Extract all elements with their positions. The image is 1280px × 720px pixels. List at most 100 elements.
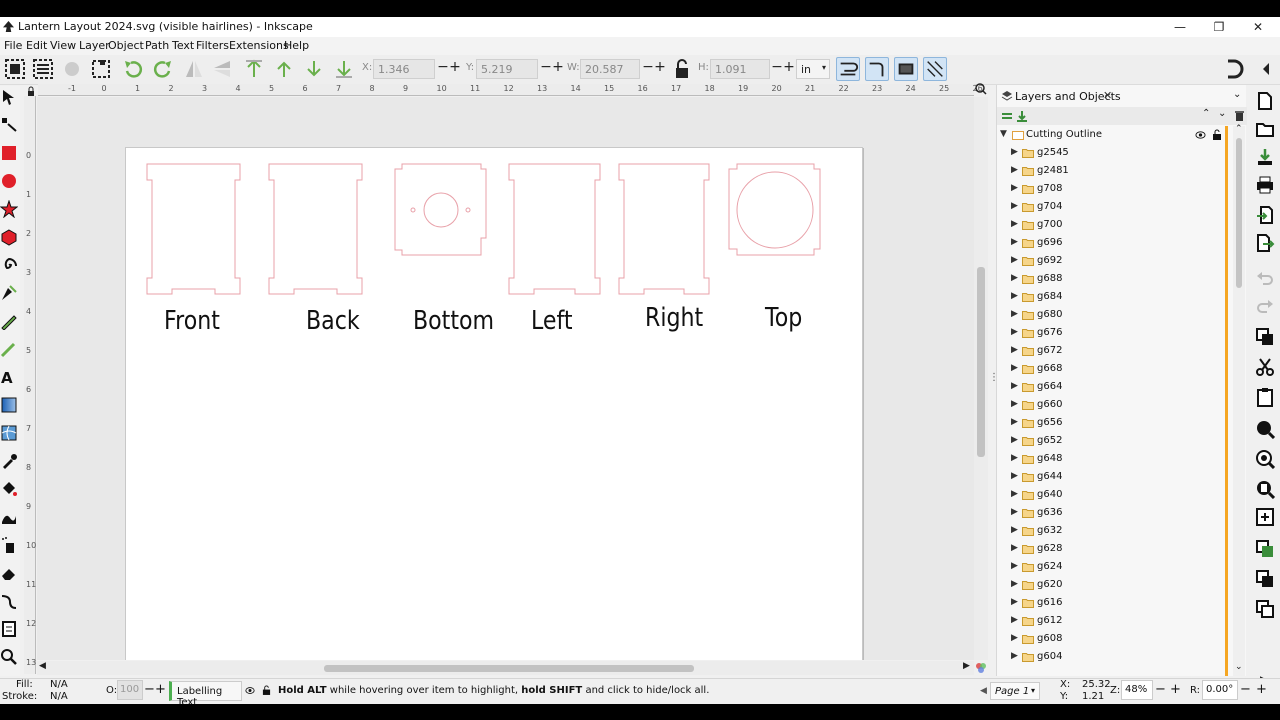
- group-label[interactable]: g672: [1037, 345, 1062, 356]
- scroll-right-icon[interactable]: ▶: [963, 661, 970, 671]
- front-panel-outline[interactable]: [146, 163, 241, 295]
- group-label[interactable]: g656: [1037, 417, 1062, 428]
- layer-tree-row[interactable]: ▶ g684: [997, 288, 1229, 306]
- layer-tree-row[interactable]: ▶ g696: [997, 234, 1229, 252]
- text-tool-icon[interactable]: A: [0, 368, 18, 386]
- layers-scroll-thumb[interactable]: [1236, 138, 1242, 288]
- deselect-icon[interactable]: [89, 57, 113, 81]
- x-decrement-button[interactable]: −: [437, 59, 449, 75]
- piece-label-front[interactable]: Front: [164, 306, 220, 336]
- menu-view[interactable]: View: [50, 39, 76, 52]
- add-layer-icon[interactable]: [1001, 110, 1013, 122]
- layer-tree-row[interactable]: ▶ g652: [997, 432, 1229, 450]
- lower-to-bottom-icon[interactable]: [332, 57, 356, 81]
- top-panel-outline[interactable]: [728, 163, 821, 256]
- calligraphy-tool-icon[interactable]: [0, 340, 18, 358]
- h-decrement-button[interactable]: −: [771, 59, 783, 75]
- group-label[interactable]: g632: [1037, 525, 1062, 536]
- group-label[interactable]: g688: [1037, 273, 1062, 284]
- minimize-button[interactable]: —: [1160, 17, 1200, 37]
- group-label[interactable]: g668: [1037, 363, 1062, 374]
- layers-scroll-up-icon[interactable]: ⌃: [1235, 124, 1243, 134]
- group-label[interactable]: g692: [1037, 255, 1062, 266]
- zoom-decrement-button[interactable]: −: [1155, 682, 1166, 697]
- h-field[interactable]: 1.091: [710, 59, 770, 79]
- layer-tree-row[interactable]: ▶ g692: [997, 252, 1229, 270]
- layer-tree-row[interactable]: ▶ g604: [997, 648, 1229, 666]
- snap-toggle-icon[interactable]: [1222, 57, 1246, 81]
- group-label[interactable]: g704: [1037, 201, 1062, 212]
- x-field[interactable]: 1.346: [373, 59, 435, 79]
- expand-arrow-icon[interactable]: ▶: [1011, 345, 1018, 355]
- layer-label[interactable]: Cutting Outline: [1026, 129, 1102, 140]
- group-label[interactable]: g624: [1037, 561, 1062, 572]
- layer-tree-row[interactable]: ▶ g624: [997, 558, 1229, 576]
- page-prev-icon[interactable]: ◀: [980, 686, 987, 696]
- layer-tree-row[interactable]: ▶ g672: [997, 342, 1229, 360]
- save-document-icon[interactable]: [1255, 147, 1275, 167]
- group-label[interactable]: g612: [1037, 615, 1062, 626]
- layer-tree-row[interactable]: ▶ g680: [997, 306, 1229, 324]
- zoom-tool-icon[interactable]: [0, 648, 18, 666]
- zoom-page-icon[interactable]: [1255, 479, 1275, 499]
- ruler-lock-icon[interactable]: [26, 86, 36, 96]
- rectangle-tool-icon[interactable]: [0, 144, 18, 162]
- gradient-tool-icon[interactable]: [0, 396, 18, 414]
- menu-object[interactable]: Object: [108, 39, 144, 52]
- layer-tree-row[interactable]: ▶ g644: [997, 468, 1229, 486]
- canvas-area[interactable]: Front Back Bottom Left Right Top: [37, 97, 974, 660]
- move-up-icon[interactable]: ⌃: [1202, 108, 1210, 119]
- layer-visibility-icon[interactable]: [245, 686, 255, 695]
- copy-icon[interactable]: [1255, 327, 1275, 347]
- menu-layer[interactable]: Layer: [79, 39, 110, 52]
- zoom-drawing-icon[interactable]: [1255, 449, 1275, 469]
- opacity-increment-button[interactable]: +: [155, 682, 166, 697]
- dropper-tool-icon[interactable]: [0, 452, 18, 470]
- expand-arrow-icon[interactable]: ▶: [1011, 489, 1018, 499]
- expand-arrow-icon[interactable]: ▶: [1011, 453, 1018, 463]
- layer-tree-row[interactable]: ▶ g2545: [997, 144, 1229, 162]
- scale-corners-icon[interactable]: [865, 57, 889, 81]
- layer-tree-row[interactable]: ▶ g676: [997, 324, 1229, 342]
- expand-arrow-icon[interactable]: ▶: [1011, 471, 1018, 481]
- group-label[interactable]: g628: [1037, 543, 1062, 554]
- group-label[interactable]: g648: [1037, 453, 1062, 464]
- expand-arrow-icon[interactable]: ▶: [1011, 309, 1018, 319]
- y-field[interactable]: 5.219: [476, 59, 538, 79]
- w-decrement-button[interactable]: −: [642, 59, 654, 75]
- pen-tool-icon[interactable]: [0, 284, 18, 302]
- paint-bucket-tool-icon[interactable]: [0, 480, 18, 498]
- group-label[interactable]: g644: [1037, 471, 1062, 482]
- clone-icon[interactable]: [1255, 539, 1275, 559]
- flip-vertical-icon[interactable]: [210, 57, 234, 81]
- expand-arrow-icon[interactable]: ▶: [1011, 399, 1018, 409]
- layer-tree-row[interactable]: ▶ g640: [997, 486, 1229, 504]
- layer-tree-row[interactable]: ▶ g620: [997, 576, 1229, 594]
- menu-extensions[interactable]: Extensions: [229, 39, 289, 52]
- group-icon[interactable]: [1255, 599, 1275, 619]
- x-increment-button[interactable]: +: [449, 59, 461, 75]
- panel-close-icon[interactable]: ✕: [1103, 89, 1112, 102]
- layer-tree-row[interactable]: ▶ g616: [997, 594, 1229, 612]
- bottom-panel-outline[interactable]: [394, 163, 487, 256]
- layer-tree-row[interactable]: ▶ g2481: [997, 162, 1229, 180]
- spray-tool-icon[interactable]: [0, 536, 18, 554]
- layer-tree-row[interactable]: ▶ g688: [997, 270, 1229, 288]
- expand-arrow-icon[interactable]: ▶: [1011, 633, 1018, 643]
- add-sublayer-icon[interactable]: [1016, 110, 1028, 122]
- group-label[interactable]: g2481: [1037, 165, 1069, 176]
- layers-scrollbar[interactable]: ⌃ ⌄: [1233, 124, 1245, 676]
- group-label[interactable]: g680: [1037, 309, 1062, 320]
- expand-arrow-icon[interactable]: ▶: [1011, 651, 1018, 661]
- rotation-field[interactable]: 0.00°: [1202, 680, 1238, 700]
- duplicate-icon[interactable]: [1255, 507, 1275, 527]
- import-icon[interactable]: [1255, 205, 1275, 225]
- bottom-center-hole[interactable]: [423, 192, 459, 228]
- expand-arrow-icon[interactable]: ▶: [1011, 237, 1018, 247]
- delete-icon[interactable]: [1234, 110, 1245, 122]
- zoom-selection-icon[interactable]: [1255, 419, 1275, 439]
- group-label[interactable]: g660: [1037, 399, 1062, 410]
- menu-path[interactable]: Path: [145, 39, 169, 52]
- group-label[interactable]: g676: [1037, 327, 1062, 338]
- pencil-tool-icon[interactable]: [0, 312, 18, 330]
